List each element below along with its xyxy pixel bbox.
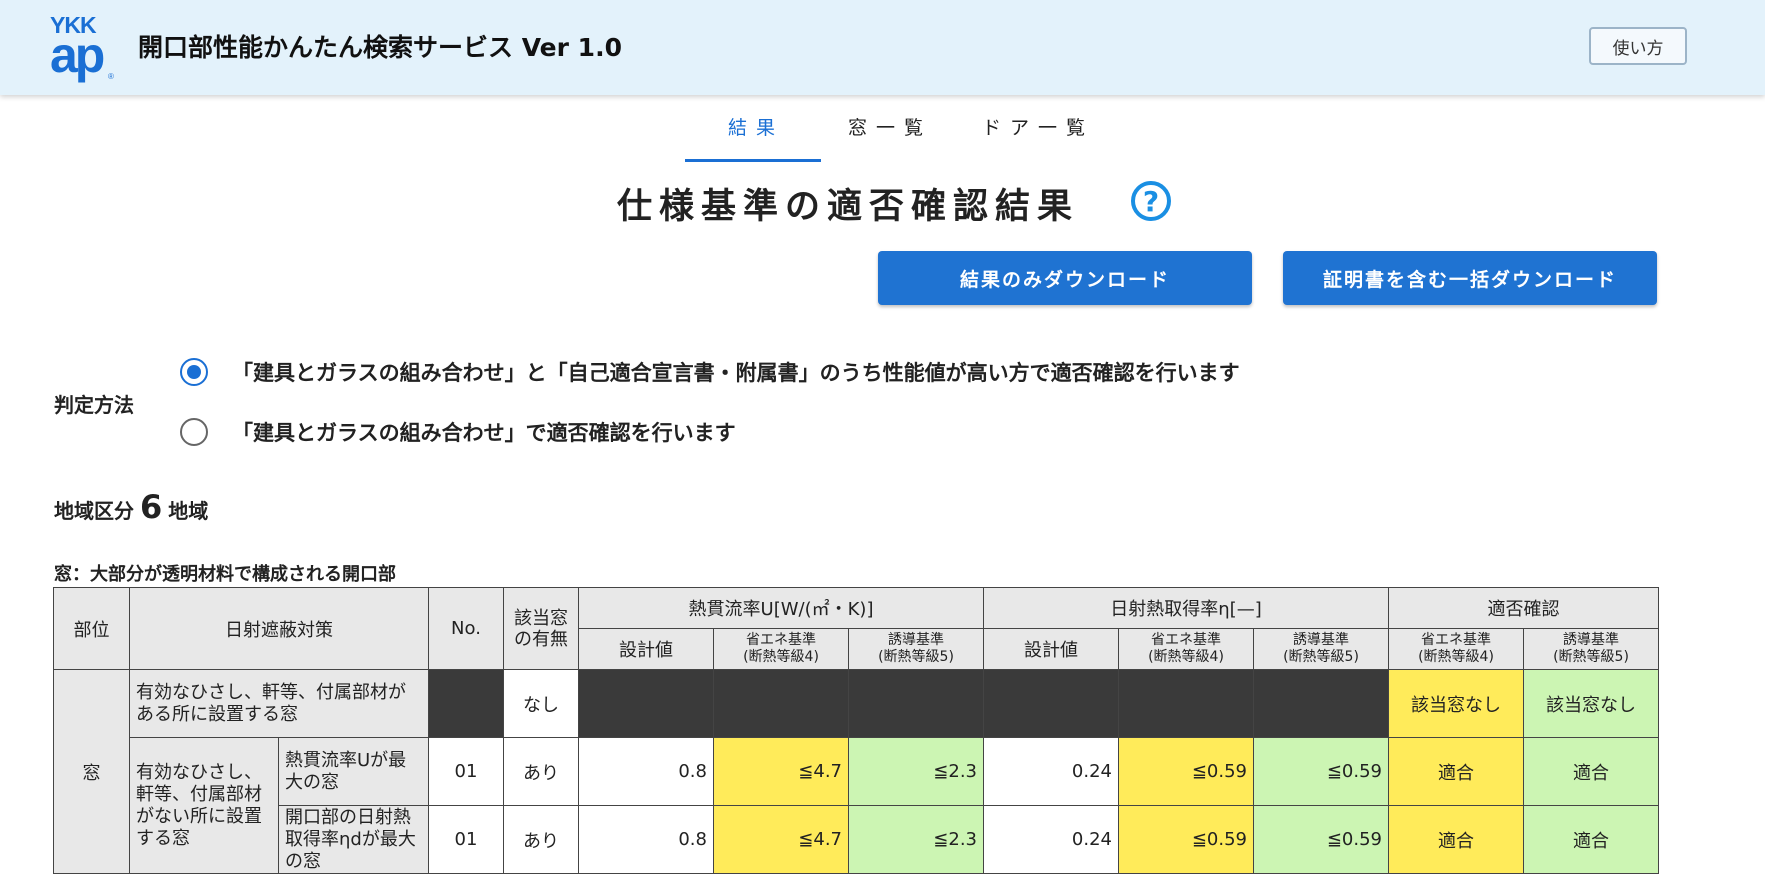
shading-with-eaves: 有効なひさし、軒等、付属部材がある所に設置する窓	[129, 669, 429, 738]
guide-std: 誘導基準	[1563, 632, 1619, 648]
usage-guide-button[interactable]: 使い方	[1589, 27, 1687, 65]
max-eta-window-label: 開口部の日射熱取得率ηdが最大の窓	[278, 805, 429, 874]
applicable-cell: あり	[503, 805, 579, 874]
eta-design-cell: 0.24	[983, 737, 1119, 806]
logo-registered-mark: ®	[108, 72, 114, 81]
header-applicable: 該当窓の有無	[503, 587, 579, 670]
guide-grade: (断熱等級5)	[1283, 649, 1359, 665]
check-guide-cell: 適合	[1523, 805, 1659, 874]
guide-grade: (断熱等級5)	[1553, 649, 1629, 665]
method-option-higher-value[interactable]: 「建具とガラスの組み合わせ」と「自己適合宣言書・附属書」のうち性能値が高い方で適…	[180, 355, 1240, 389]
region-classification: 地域区分 6 地域	[54, 488, 208, 526]
download-results-button[interactable]: 結果のみダウンロード	[878, 251, 1252, 305]
energy-std: 省エネ基準	[746, 632, 816, 648]
no-cell-na	[428, 669, 504, 738]
header-u-design: 設計値	[578, 628, 714, 670]
radio-unchecked-icon[interactable]	[180, 418, 208, 446]
page-title: 仕様基準の適否確認結果	[617, 187, 1080, 227]
u-guide-cell: ≦2.3	[848, 737, 984, 806]
header-u-group: 熱貫流率U[W/(㎡・K)]	[578, 587, 984, 629]
check-guide-cell: 適合	[1523, 737, 1659, 806]
method-label: 判定方法	[54, 393, 134, 417]
check-guide-cell: 該当窓なし	[1523, 669, 1659, 738]
u-guide-na	[848, 669, 984, 738]
method-option-combination-only[interactable]: 「建具とガラスの組み合わせ」で適否確認を行います	[180, 415, 736, 449]
max-u-window-label: 熱貫流率Uが最大の窓	[278, 737, 429, 806]
u-energy-na	[713, 669, 849, 738]
eta-guide-na	[1253, 669, 1389, 738]
header-eta-group: 日射熱取得率η[—]	[983, 587, 1389, 629]
energy-grade: (断熱等級4)	[1148, 649, 1224, 665]
guide-std: 誘導基準	[888, 632, 944, 648]
u-design-na	[578, 669, 714, 738]
no-cell: 01	[428, 805, 504, 874]
active-tab-indicator	[685, 159, 821, 162]
header-check-guide: 誘導基準 (断熱等級5)	[1523, 628, 1659, 670]
part-cell: 窓	[53, 669, 130, 874]
question-mark-icon[interactable]: ?	[1131, 181, 1171, 221]
radio-checked-icon[interactable]	[180, 358, 208, 386]
eta-energy-cell: ≦0.59	[1118, 805, 1254, 874]
result-tabs: 結果 窓一覧 ドア一覧	[685, 113, 1105, 163]
method-option-label: 「建具とガラスの組み合わせ」で適否確認を行います	[232, 421, 736, 445]
table-row: 開口部の日射熱取得率ηdが最大の窓 01 あり 0.8 ≦4.7 ≦2.3 0.…	[54, 805, 1659, 874]
tab-result[interactable]: 結果	[728, 113, 784, 161]
u-design-cell: 0.8	[578, 805, 714, 874]
check-energy-cell: 適合	[1388, 805, 1524, 874]
method-option-label: 「建具とガラスの組み合わせ」と「自己適合宣言書・附属書」のうち性能値が高い方で適…	[232, 361, 1240, 385]
eta-design-cell: 0.24	[983, 805, 1119, 874]
eta-guide-cell: ≦0.59	[1253, 737, 1389, 806]
app-header: YKK ap ® 開口部性能かんたん検索サービス Ver 1.0 使い方	[0, 0, 1765, 95]
energy-grade: (断熱等級4)	[1418, 649, 1494, 665]
u-guide-cell: ≦2.3	[848, 805, 984, 874]
applicable-cell: あり	[503, 737, 579, 806]
region-prefix: 地域区分	[54, 499, 134, 523]
header-u-energy: 省エネ基準 (断熱等級4)	[713, 628, 849, 670]
no-cell: 01	[428, 737, 504, 806]
eta-design-na	[983, 669, 1119, 738]
ykk-ap-logo: YKK ap ®	[50, 12, 120, 82]
header-eta-energy: 省エネ基準 (断熱等級4)	[1118, 628, 1254, 670]
eta-energy-na	[1118, 669, 1254, 738]
region-number: 6	[140, 488, 163, 526]
energy-grade: (断熱等級4)	[743, 649, 819, 665]
energy-std: 省エネ基準	[1421, 632, 1491, 648]
eta-guide-cell: ≦0.59	[1253, 805, 1389, 874]
u-energy-cell: ≦4.7	[713, 737, 849, 806]
applicable-cell: なし	[503, 669, 579, 738]
header-shading: 日射遮蔽対策	[129, 587, 429, 670]
header-part: 部位	[53, 587, 130, 670]
results-table: 部位 日射遮蔽対策 No. 該当窓の有無 熱貫流率U[W/(㎡・K)] 日射熱取…	[53, 587, 1659, 874]
table-row: 窓 有効なひさし、軒等、付属部材がある所に設置する窓 なし 該当窓なし 該当窓な…	[53, 669, 1659, 874]
table-row: 有効なひさし、軒等、付属部材がない所に設置する窓 熱貫流率Uが最大の窓 01 あ…	[54, 737, 1659, 874]
tab-door-list[interactable]: ドア一覧	[982, 113, 1094, 161]
guide-std: 誘導基準	[1293, 632, 1349, 648]
header-no: No.	[428, 587, 504, 670]
header-eta-design: 設計値	[983, 628, 1119, 670]
download-all-with-certificates-button[interactable]: 証明書を含む一括ダウンロード	[1283, 251, 1657, 305]
tab-window-list[interactable]: 窓一覧	[848, 113, 932, 161]
check-energy-cell: 該当窓なし	[1388, 669, 1524, 738]
energy-std: 省エネ基準	[1151, 632, 1221, 648]
guide-grade: (断熱等級5)	[878, 649, 954, 665]
check-energy-cell: 適合	[1388, 737, 1524, 806]
eta-energy-cell: ≦0.59	[1118, 737, 1254, 806]
table-caption: 窓：大部分が透明材料で構成される開口部	[54, 564, 396, 585]
u-energy-cell: ≦4.7	[713, 805, 849, 874]
header-check-group: 適否確認	[1388, 587, 1659, 629]
app-title: 開口部性能かんたん検索サービス Ver 1.0	[138, 33, 622, 62]
header-check-energy: 省エネ基準 (断熱等級4)	[1388, 628, 1524, 670]
region-suffix: 地域	[168, 499, 209, 523]
header-eta-guide: 誘導基準 (断熱等級5)	[1253, 628, 1389, 670]
shading-without-eaves: 有効なひさし、軒等、付属部材がない所に設置する窓	[129, 737, 279, 874]
header-u-guide: 誘導基準 (断熱等級5)	[848, 628, 984, 670]
u-design-cell: 0.8	[578, 737, 714, 806]
logo-text-bottom: ap	[50, 27, 105, 83]
